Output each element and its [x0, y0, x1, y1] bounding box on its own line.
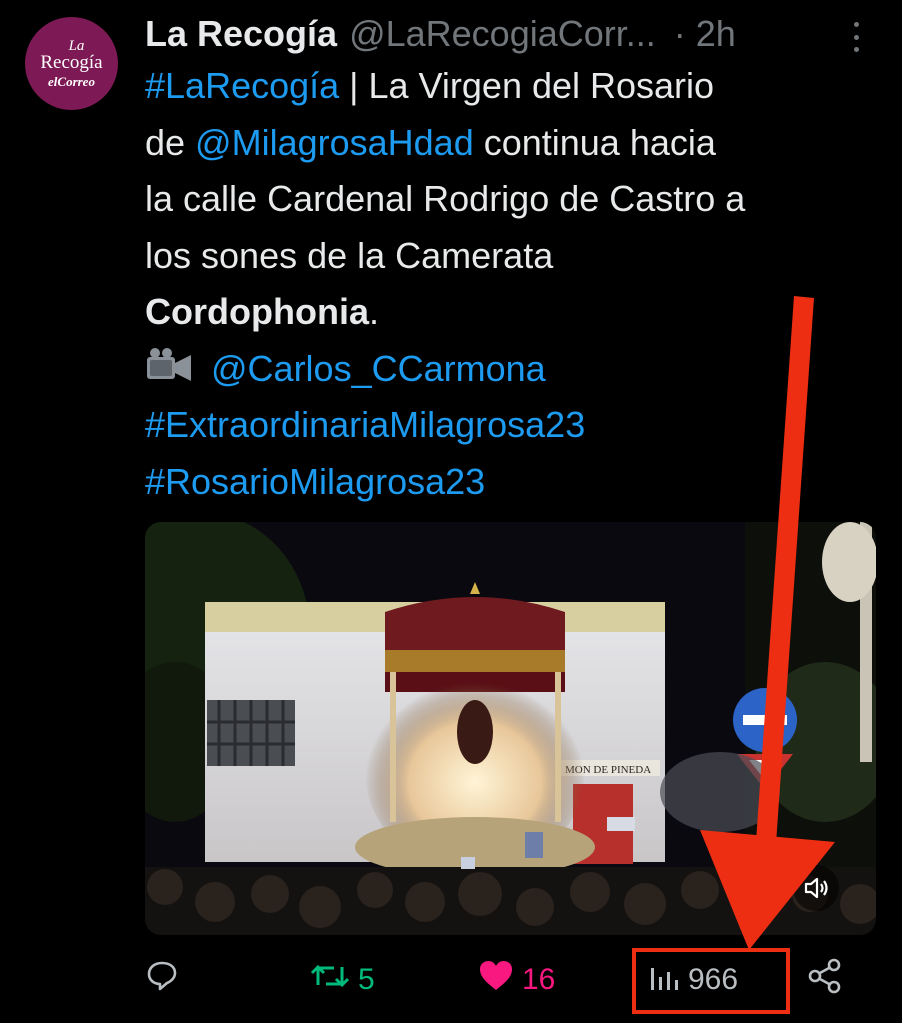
avatar-text-line3: elCorreo: [48, 74, 95, 89]
text-segment: .: [368, 291, 379, 332]
tweet-header: La Recogía @LaRecogiaCorr... · 2h: [145, 10, 865, 58]
hashtag-link[interactable]: #ExtraordinariaMilagrosa23: [145, 404, 585, 445]
retweet-icon: [310, 959, 350, 1001]
reply-button[interactable]: [145, 950, 187, 1010]
timestamp[interactable]: 2h: [696, 13, 736, 55]
avatar[interactable]: La Recogía elCorreo: [25, 17, 118, 110]
share-icon: [806, 957, 844, 1003]
tweet-text: #LaRecogía | La Virgen del Rosario de @M…: [145, 58, 885, 510]
avatar-text-line2: Recogía: [40, 52, 103, 73]
separator-dot: ·: [673, 13, 686, 54]
retweet-count: 5: [358, 963, 375, 996]
hashtag-link[interactable]: #LaRecogía: [145, 65, 339, 106]
text-segment: continua hacia: [473, 121, 716, 163]
volume-icon[interactable]: [793, 865, 839, 911]
tweet-video[interactable]: MON DE PINEDA: [145, 522, 876, 935]
more-icon[interactable]: [846, 22, 866, 52]
text-segment: | La Virgen del Rosario: [339, 65, 715, 106]
mention-link[interactable]: @MilagrosaHdad: [195, 122, 474, 163]
annotation-highlight-box: [632, 948, 790, 1014]
like-count: 16: [522, 963, 556, 996]
author-handle[interactable]: @LaRecogiaCorr...: [349, 13, 656, 55]
retweet-button[interactable]: 5: [310, 950, 375, 1010]
video-camera-icon: [145, 345, 193, 402]
author-name[interactable]: La Recogía: [145, 13, 337, 55]
share-button[interactable]: [806, 950, 844, 1010]
bold-text: Cordophonia: [145, 291, 369, 332]
reply-icon: [145, 959, 179, 1001]
mention-link[interactable]: @Carlos_CCarmona: [211, 348, 546, 389]
text-line: los sones de la Camerata: [145, 234, 554, 276]
text-line: la calle Cardenal Rodrigo de Castro a: [145, 178, 746, 219]
like-button[interactable]: 16: [478, 950, 555, 1010]
text-segment: de: [145, 121, 196, 163]
heart-icon: [478, 959, 514, 1001]
hashtag-link[interactable]: #RosarioMilagrosa23: [145, 461, 485, 502]
